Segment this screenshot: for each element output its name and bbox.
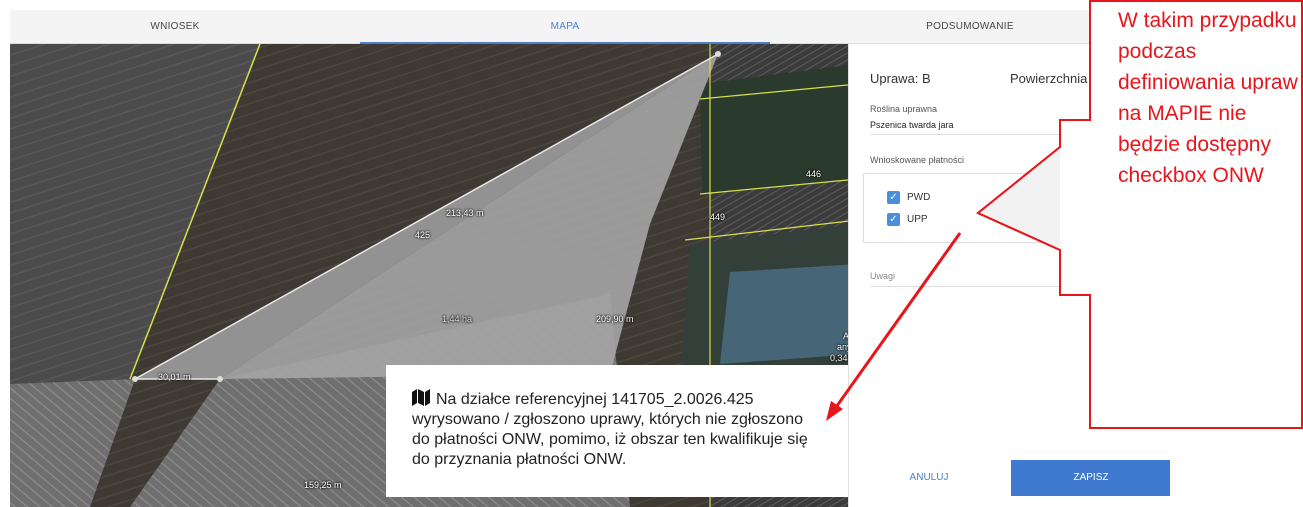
plant-label: Roślina uprawna [870, 104, 938, 114]
edge-length-label: 30,01 m [158, 372, 191, 382]
crop-title: Uprawa: B [870, 71, 931, 86]
upp-label: UPP [907, 214, 928, 225]
parcel-number-label: 446 [806, 169, 822, 179]
vertex-handle[interactable] [132, 376, 138, 382]
remarks-field[interactable]: Uwagi [870, 271, 895, 281]
tab-wniosek[interactable]: WNIOSEK [10, 10, 340, 44]
upp-checkbox[interactable]: ✓ [887, 213, 900, 226]
parcel-number-label: 425 [415, 230, 431, 240]
payments-label: Wnioskowane płatności [870, 155, 965, 165]
vertex-handle[interactable] [715, 51, 721, 57]
callout-pointer [976, 146, 1061, 251]
pwd-checkbox[interactable]: ✓ [887, 191, 900, 204]
tree-area-north [700, 64, 858, 194]
cancel-button[interactable]: ANULUJ [849, 460, 1009, 496]
plant-value[interactable]: Pszenica twarda jara [870, 120, 954, 130]
pwd-label: PWD [907, 192, 931, 203]
edge-length-label: 209,90 m [596, 314, 634, 324]
parcel-number-label: 449 [710, 212, 726, 222]
save-button[interactable]: ZAPISZ [1011, 460, 1170, 496]
edge-length-label: 213,43 m [446, 208, 484, 218]
map-icon [412, 389, 430, 406]
annotation-text: W takim przypadku podczas definiowania u… [1118, 9, 1298, 187]
area-label: 1,44 ha [442, 314, 473, 324]
onw-warning-message: Na działce referencyjnej 141705_2.0026.4… [386, 365, 848, 497]
partial-label: 0,34 [830, 353, 848, 363]
vertex-handle[interactable] [217, 376, 223, 382]
warning-text: Na działce referencyjnej 141705_2.0026.4… [412, 391, 808, 468]
screenshot-stage: { "tabs":[ {"label":"WNIOSEK","active":f… [0, 0, 1303, 507]
tab-mapa[interactable]: MAPA [360, 10, 770, 44]
edge-length-label: 159,25 m [304, 480, 342, 490]
